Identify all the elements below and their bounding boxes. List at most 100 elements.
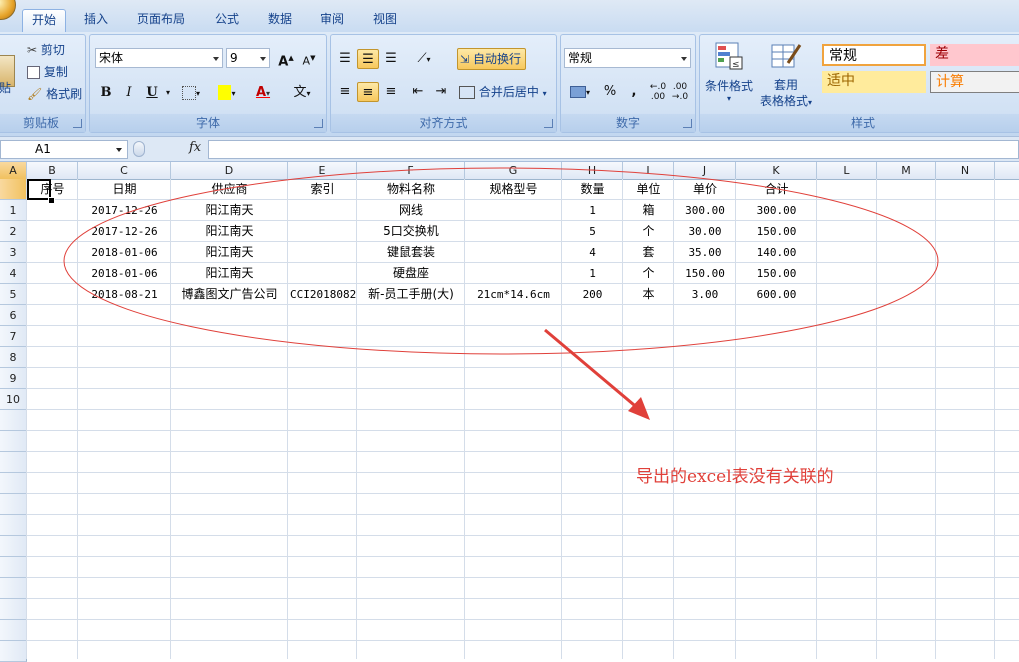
- row-header[interactable]: 6: [0, 305, 27, 326]
- insert-function-icon[interactable]: fx: [189, 140, 201, 155]
- table-cell[interactable]: 4: [562, 242, 623, 263]
- row-header[interactable]: [0, 557, 27, 578]
- table-cell[interactable]: 2017-12-26: [78, 221, 171, 242]
- tab-home[interactable]: 开始: [22, 9, 67, 33]
- column-header-m[interactable]: M: [877, 162, 936, 179]
- column-header-f[interactable]: F: [357, 162, 465, 179]
- font-dialog-launcher-icon[interactable]: [314, 119, 323, 128]
- paste-button[interactable]: 贴: [0, 79, 11, 96]
- tab-data[interactable]: 数据: [259, 9, 301, 32]
- bold-button[interactable]: B: [95, 83, 117, 103]
- column-header-n[interactable]: N: [936, 162, 995, 179]
- row-header[interactable]: [0, 578, 27, 599]
- column-header-j[interactable]: J: [674, 162, 736, 179]
- row-header[interactable]: [0, 431, 27, 452]
- wrap-text-button[interactable]: ⇲ 自动换行: [457, 48, 527, 70]
- align-bottom-button[interactable]: ☰: [380, 49, 402, 69]
- increase-decimal-button[interactable]: ←.0.00: [647, 82, 669, 102]
- column-header-g[interactable]: G: [465, 162, 562, 179]
- table-cell[interactable]: 博鑫图文广告公司: [171, 284, 288, 305]
- column-title-cell[interactable]: 供应商: [171, 179, 288, 200]
- table-cell[interactable]: 阳江南天: [171, 263, 288, 284]
- table-cell[interactable]: 150.00: [736, 221, 817, 242]
- row-header[interactable]: [0, 179, 27, 200]
- table-cell[interactable]: 网线: [357, 200, 465, 221]
- table-cell[interactable]: 300.00: [736, 200, 817, 221]
- number-dialog-launcher-icon[interactable]: [683, 119, 692, 128]
- column-title-cell[interactable]: 规格型号: [465, 179, 562, 200]
- column-header-h[interactable]: H: [562, 162, 623, 179]
- tab-review[interactable]: 审阅: [311, 9, 353, 32]
- number-format-select[interactable]: 常规: [564, 48, 691, 68]
- formula-bar-splitter[interactable]: [133, 141, 145, 157]
- table-cell[interactable]: 5: [562, 221, 623, 242]
- column-title-cell[interactable]: 日期: [78, 179, 171, 200]
- align-center-button[interactable]: ≡: [357, 82, 379, 102]
- table-cell[interactable]: 个: [623, 263, 674, 284]
- row-header[interactable]: 8: [0, 347, 27, 368]
- accounting-format-button[interactable]: ▾: [565, 82, 595, 102]
- grow-font-button[interactable]: A▲: [275, 48, 297, 69]
- shrink-font-button[interactable]: A▼: [298, 48, 320, 68]
- table-cell[interactable]: 阳江南天: [171, 221, 288, 242]
- table-cell[interactable]: 套: [623, 242, 674, 263]
- style-bad[interactable]: 差: [930, 44, 1019, 66]
- row-header[interactable]: 3: [0, 242, 27, 263]
- table-cell[interactable]: 硬盘座: [357, 263, 465, 284]
- alignment-dialog-launcher-icon[interactable]: [544, 119, 553, 128]
- table-cell[interactable]: 3.00: [674, 284, 736, 305]
- table-cell[interactable]: 个: [623, 221, 674, 242]
- phonetic-button[interactable]: 文▾: [287, 83, 317, 103]
- column-title-cell[interactable]: 合计: [736, 179, 817, 200]
- table-cell[interactable]: 2018-01-06: [78, 263, 171, 284]
- column-header-b[interactable]: B: [27, 162, 78, 179]
- row-header[interactable]: 9: [0, 368, 27, 389]
- table-cell[interactable]: 150.00: [736, 263, 817, 284]
- table-cell[interactable]: 200: [562, 284, 623, 305]
- tab-page-layout[interactable]: 页面布局: [128, 9, 194, 32]
- column-title-cell[interactable]: 数量: [562, 179, 623, 200]
- orientation-button[interactable]: ⟋▾: [409, 49, 439, 69]
- clipboard-dialog-launcher-icon[interactable]: [73, 119, 82, 128]
- font-color-button[interactable]: A▾: [252, 83, 274, 103]
- increase-indent-button[interactable]: ⇥: [430, 82, 452, 102]
- row-header[interactable]: 10: [0, 389, 27, 410]
- table-cell[interactable]: 21cm*14.6cm: [465, 284, 562, 305]
- table-cell[interactable]: 35.00: [674, 242, 736, 263]
- table-cell[interactable]: CCI20180821: [288, 284, 357, 305]
- cells-area[interactable]: 序号 日期 供应商 索引 物料名称 规格型号 数量 单位 单价 合计 2017-12-26 阳江南天网…: [26, 179, 1019, 659]
- copy-button[interactable]: 复制: [27, 63, 68, 80]
- comma-button[interactable]: ,: [623, 82, 645, 102]
- table-cell[interactable]: 本: [623, 284, 674, 305]
- column-header-a[interactable]: A: [0, 162, 27, 179]
- table-cell[interactable]: 600.00: [736, 284, 817, 305]
- conditional-format-button[interactable]: 条件格式 ▾: [705, 77, 753, 103]
- decrease-decimal-button[interactable]: .00 →.0: [669, 82, 691, 102]
- format-painter-button[interactable]: 🖌 格式刷: [27, 85, 82, 102]
- column-title-cell[interactable]: 物料名称: [357, 179, 465, 200]
- row-header[interactable]: [0, 473, 27, 494]
- column-header-d[interactable]: D: [171, 162, 288, 179]
- table-cell[interactable]: 2018-08-21: [78, 284, 171, 305]
- italic-button[interactable]: I: [118, 83, 140, 103]
- formula-input[interactable]: [208, 140, 1019, 159]
- row-header[interactable]: [0, 536, 27, 557]
- font-name-select[interactable]: 宋体: [95, 48, 223, 68]
- align-left-button[interactable]: ≡: [334, 82, 356, 102]
- table-format-button[interactable]: 套用 表格格式▾: [760, 77, 812, 111]
- table-cell[interactable]: 2017-12-26: [78, 200, 171, 221]
- style-neutral[interactable]: 适中: [822, 71, 926, 93]
- table-cell[interactable]: 140.00: [736, 242, 817, 263]
- table-cell[interactable]: 30.00: [674, 221, 736, 242]
- column-header-k[interactable]: K: [736, 162, 817, 179]
- table-cell[interactable]: 阳江南天: [171, 242, 288, 263]
- column-header-e[interactable]: E: [288, 162, 357, 179]
- fill-handle[interactable]: [48, 197, 55, 204]
- decrease-indent-button[interactable]: ⇤: [407, 82, 429, 102]
- underline-button[interactable]: U: [141, 83, 163, 103]
- row-header[interactable]: [0, 410, 27, 431]
- row-header[interactable]: 7: [0, 326, 27, 347]
- table-cell[interactable]: 2018-01-06: [78, 242, 171, 263]
- table-cell[interactable]: 5口交换机: [357, 221, 465, 242]
- row-header[interactable]: 1: [0, 200, 27, 221]
